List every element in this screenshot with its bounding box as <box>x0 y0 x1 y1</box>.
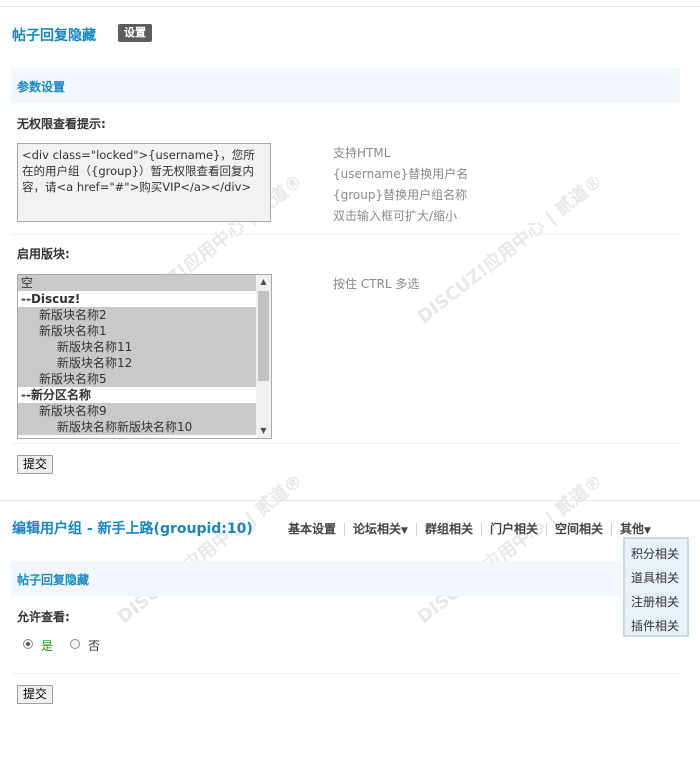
usergroup-title: 编辑用户组 - 新手上路(groupid:10) <box>12 521 253 537</box>
forum-option[interactable]: 新版块名称2 <box>18 307 256 323</box>
dropdown-item-register[interactable]: 注册相关 <box>631 593 679 610</box>
dropdown-item-credits[interactable]: 积分相关 <box>631 545 679 562</box>
caret-down-icon: ▼ <box>401 526 408 536</box>
submit-button[interactable]: 提交 <box>17 455 54 474</box>
param-settings-label: 参数设置 <box>17 80 66 94</box>
forum-option[interactable]: 新版块名称9 <box>18 403 256 419</box>
section-divider <box>0 500 700 501</box>
hint-text: 双击输入框可扩大/缩小 <box>333 209 458 223</box>
forum-option[interactable]: 空 <box>18 275 256 291</box>
nav-separator <box>480 523 482 536</box>
plugin-section-header: 帖子回复隐藏 <box>11 561 621 596</box>
divider <box>11 234 680 235</box>
forum-option[interactable]: 新版块名称新版块名称10 <box>18 419 256 435</box>
forum-multiselect[interactable]: 空 --Discuz! 新版块名称2 新版块名称1 新版块名称11 新版块名称12 新版块名… <box>17 274 272 439</box>
forum-option[interactable]: 新版块名称11 <box>18 339 256 355</box>
radio-yes[interactable] <box>23 639 33 649</box>
nav-separator <box>344 523 346 536</box>
forum-option[interactable]: 新版块名称5 <box>18 371 256 387</box>
nav-separator <box>545 523 547 536</box>
divider <box>11 673 680 674</box>
hint-text: 支持HTML <box>333 146 391 160</box>
settings-button[interactable]: 设置 <box>118 24 152 42</box>
radio-no[interactable] <box>70 639 80 649</box>
submit-button-2[interactable]: 提交 <box>17 685 54 704</box>
caret-down-icon: ▼ <box>644 526 651 536</box>
top-divider <box>0 6 700 7</box>
forum-option[interactable]: 新版块名称1 <box>18 323 256 339</box>
no-permission-label: 无权限查看提示: <box>17 117 106 131</box>
forum-hint: 按住 CTRL 多选 <box>333 277 420 291</box>
scroll-up-icon[interactable]: ▲ <box>256 275 271 289</box>
radio-no-label: 否 <box>88 639 101 653</box>
forum-options: 空 --Discuz! 新版块名称2 新版块名称1 新版块名称11 新版块名称12 新版块名… <box>18 275 256 435</box>
allow-view-label: 允许查看: <box>17 610 70 624</box>
nav-group[interactable]: 群组相关 <box>425 520 473 537</box>
watermark: DISCUZ!应用中心 | 贰道® <box>113 470 307 628</box>
no-permission-textarea[interactable]: <div class="locked">{username}，您所在的用户组（{… <box>17 143 271 222</box>
nav-separator <box>611 523 612 536</box>
watermark: DISCUZ!应用中心 | 贰道® <box>413 470 607 628</box>
forum-option[interactable]: --Discuz! <box>18 291 256 307</box>
hint-text: {username}替换用户名 <box>333 167 469 181</box>
hint-text: {group}替换用户组名称 <box>333 188 468 202</box>
plugin-section-label: 帖子回复隐藏 <box>17 573 90 587</box>
dropdown-item-props[interactable]: 道具相关 <box>631 569 679 586</box>
listbox-scrollbar[interactable]: ▲ ▼ <box>256 275 271 438</box>
param-settings-header: 参数设置 <box>11 68 680 103</box>
plugin-title: 帖子回复隐藏 <box>12 28 96 44</box>
forum-option[interactable]: --新分区名称 <box>18 387 256 403</box>
usergroup-nav: 基本设置 论坛相关▼ 群组相关 门户相关 空间相关 其他▼ <box>288 520 651 537</box>
nav-basic[interactable]: 基本设置 <box>288 520 336 537</box>
nav-other[interactable]: 其他▼ <box>620 520 651 537</box>
nav-space[interactable]: 空间相关 <box>555 520 603 537</box>
nav-portal[interactable]: 门户相关 <box>490 520 538 537</box>
other-dropdown-menu: 积分相关 道具相关 注册相关 插件相关 <box>623 537 689 637</box>
dropdown-item-plugins[interactable]: 插件相关 <box>631 617 679 634</box>
scroll-down-icon[interactable]: ▼ <box>256 424 271 438</box>
scrollbar-thumb[interactable] <box>258 291 269 381</box>
nav-other-label: 其他 <box>620 522 645 536</box>
hint-list: 支持HTML {username}替换用户名 {group}替换用户组名称 双击… <box>333 143 468 227</box>
nav-forum-label: 论坛相关 <box>353 522 402 536</box>
divider <box>11 443 680 444</box>
radio-yes-label: 是 <box>41 639 54 653</box>
nav-forum[interactable]: 论坛相关▼ <box>353 520 408 537</box>
forum-option[interactable]: 新版块名称12 <box>18 355 256 371</box>
nav-separator <box>415 523 417 536</box>
forum-label: 启用版块: <box>17 247 70 261</box>
